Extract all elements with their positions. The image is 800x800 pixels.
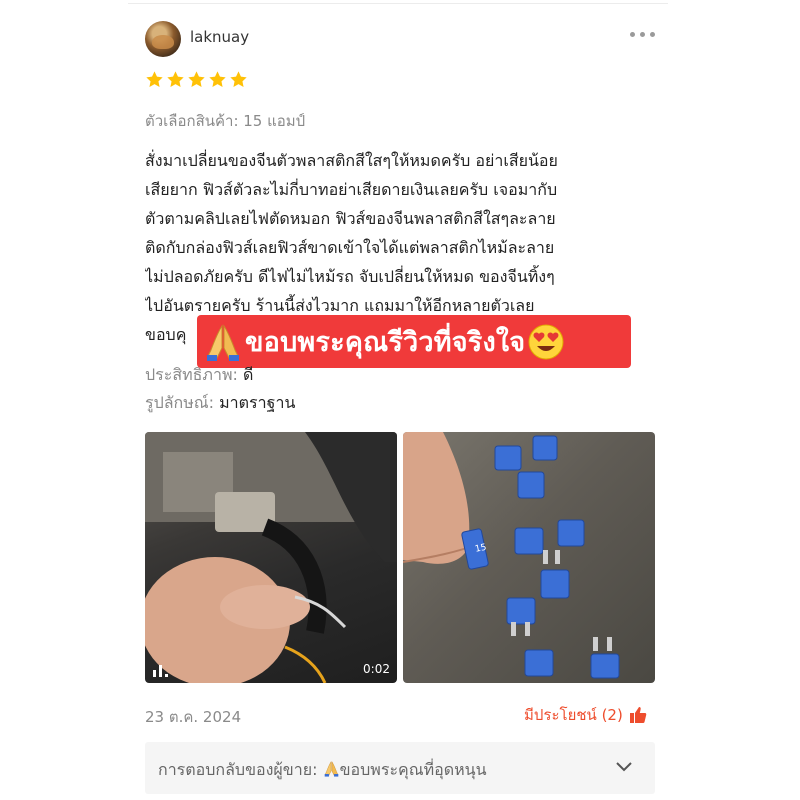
star-icon [166, 70, 185, 89]
attribute-label: รูปลักษณ์: [145, 393, 215, 412]
seller-reply-text: การตอบกลับของผู้ขาย: ขอบพระคุณที่อุดหนุน [158, 758, 487, 783]
review-line: ตัวตามคลิปเลยไฟตัดหมอก ฟิวส์ของจีนพลาสติ… [145, 209, 556, 228]
video-icon [153, 665, 168, 677]
video-duration: 0:02 [363, 662, 390, 676]
helpful-button[interactable]: มีประโยชน์ (2) [524, 703, 647, 727]
seller-reply-label: การตอบกลับของผู้ขาย: [158, 760, 318, 779]
review-line: ไม่ปลอดภัยครับ ดีไฟไม่ไหม้รถ จับเปลี่ยนใ… [145, 267, 555, 286]
star-icon [208, 70, 227, 89]
product-variant: ตัวเลือกสินค้า: 15 แอมป์ [145, 112, 306, 130]
review-line: เสียยาก ฟิวส์ตัวละไม่กี่บาทอย่าเสียดายเง… [145, 180, 558, 199]
review-line: สั่งมาเปลี่ยนของจีนตัวพลาสติกสีใสๆให้หมด… [145, 151, 558, 170]
review-photo-thumbnail[interactable]: 15 [403, 432, 655, 683]
seller-reply-panel[interactable]: การตอบกลับของผู้ขาย: ขอบพระคุณที่อุดหนุน [145, 742, 655, 794]
user-avatar[interactable] [145, 21, 181, 57]
helpful-label: มีประโยชน์ (2) [524, 706, 623, 724]
chevron-down-icon[interactable] [614, 760, 634, 774]
video-frame-image [145, 432, 397, 683]
more-dot-icon [630, 32, 635, 37]
thumbs-up-icon [629, 707, 647, 723]
attribute-performance: ประสิทธิภาพ: ดี [145, 363, 253, 388]
praying-hands-icon [324, 760, 338, 777]
star-icon [187, 70, 206, 89]
more-dot-icon [640, 32, 645, 37]
fuses-photo-image: 15 [403, 432, 620, 679]
review-video-thumbnail[interactable]: 0:02 [145, 432, 397, 683]
review-date: 23 ต.ค. 2024 [145, 708, 242, 726]
star-icon [145, 70, 164, 89]
more-dot-icon [650, 32, 655, 37]
attribute-value: ดี [242, 365, 254, 384]
heart-eyes-icon [528, 324, 564, 359]
seller-reply-message: ขอบพระคุณที่อุดหนุน [339, 760, 487, 779]
star-rating [145, 70, 248, 92]
more-options-button[interactable] [626, 24, 660, 44]
top-divider [128, 3, 668, 4]
sticker-text: ขอบพระคุณรีวิวที่จริงใจ [245, 327, 526, 358]
avatar-detail [152, 35, 174, 49]
praying-hands-icon [207, 323, 239, 361]
attribute-value: มาตราฐาน [219, 393, 296, 412]
attribute-appearance: รูปลักษณ์: มาตราฐาน [145, 391, 295, 416]
reviewer-username[interactable]: laknuay [190, 28, 249, 46]
review-line: ติดกับกล่องฟิวส์เลยฟิวส์ขาดเข้าใจได้แต่พ… [145, 238, 555, 257]
thank-you-sticker: ขอบพระคุณรีวิวที่จริงใจ [197, 315, 631, 368]
star-icon [229, 70, 248, 89]
attribute-label: ประสิทธิภาพ: [145, 365, 238, 384]
